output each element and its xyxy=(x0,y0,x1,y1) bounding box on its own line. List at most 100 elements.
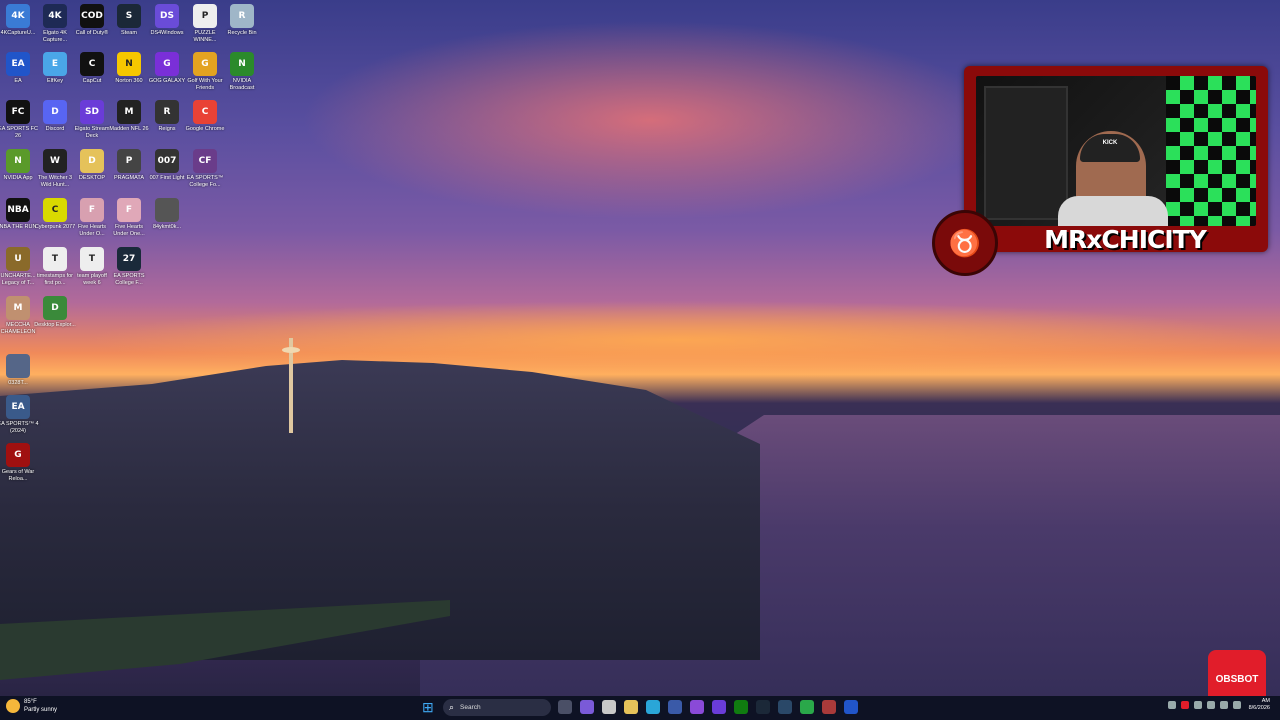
desktop-icon[interactable]: N Norton 360 xyxy=(110,52,148,85)
desktop-icon[interactable]: N NVIDIA Broadcast xyxy=(223,52,261,92)
tray-app-icon[interactable] xyxy=(1180,701,1189,709)
desktop-icon-label: Gears of War Reloa... xyxy=(1,469,35,482)
app-icon[interactable] xyxy=(602,700,616,714)
desktop-icon[interactable]: N NVIDIA App xyxy=(0,149,37,182)
desktop-icon[interactable]: R Reigns xyxy=(148,100,186,133)
search-icon: ⌕ xyxy=(449,702,455,712)
desktop-icon[interactable]: 84ykmt0k... xyxy=(148,198,186,231)
desktop-app-icon: G xyxy=(193,52,217,76)
desktop-icon[interactable]: W The Witcher 3 Wild Hunt... xyxy=(36,149,74,189)
desktop-icon[interactable]: 0328T... xyxy=(0,354,37,387)
desktop-icon[interactable]: G Gears of War Reloa... xyxy=(0,443,37,483)
desktop-app-icon: U xyxy=(6,247,30,271)
steam-icon[interactable] xyxy=(778,700,792,714)
wifi-icon[interactable] xyxy=(1206,701,1215,709)
desktop-icon[interactable]: DS DS4Windows xyxy=(148,4,186,37)
desktop-icon[interactable]: G GOG GALAXY xyxy=(148,52,186,85)
desktop-app-icon: SD xyxy=(80,100,104,124)
desktop-icon[interactable]: U UNCHARTE... Legacy of T... xyxy=(0,247,37,287)
task-view-icon[interactable] xyxy=(558,700,572,714)
desktop-icon[interactable]: SD Elgato Stream Deck xyxy=(73,100,111,140)
gamepad-app-icon[interactable] xyxy=(580,700,594,714)
desktop-icon[interactable]: C CapCut xyxy=(73,52,111,85)
desktop-app-icon: G xyxy=(6,443,30,467)
desktop-icon[interactable]: EA EA SPORTS™ 4 (2024) xyxy=(0,395,39,435)
desktop-icon-label: EA SPORTS College F... xyxy=(113,273,145,286)
desktop-icon[interactable]: F Five Hearts Under O... xyxy=(73,198,111,238)
stream-deck-icon[interactable] xyxy=(712,700,726,714)
cap-logo-text: KICK xyxy=(1102,140,1118,146)
taskbar-search[interactable]: ⌕ Search xyxy=(443,699,551,716)
desktop-icon[interactable]: COD Call of Duty® xyxy=(73,4,111,37)
desktop-icon[interactable]: CF EA SPORTS™ College Fo... xyxy=(186,149,224,189)
battery-icon[interactable] xyxy=(1232,701,1241,709)
desktop-app-icon: E xyxy=(43,52,67,76)
desktop-app-icon: M xyxy=(117,100,141,124)
desktop-app-icon: S xyxy=(117,4,141,28)
app-icon[interactable] xyxy=(690,700,704,714)
desktop-icon[interactable]: R Recycle Bin xyxy=(223,4,261,37)
steam-icon[interactable] xyxy=(756,700,770,714)
xbox-game-icon[interactable] xyxy=(800,700,814,714)
tray-app-icon[interactable] xyxy=(1193,701,1202,709)
desktop-icon[interactable]: 4K 4KCaptureU... xyxy=(0,4,37,37)
desktop-app-icon: D xyxy=(43,100,67,124)
desktop-icon[interactable]: C Google Chrome xyxy=(186,100,224,133)
desktop-icon-label: NVIDIA Broadcast xyxy=(229,78,255,91)
file-explorer-icon[interactable] xyxy=(624,700,638,714)
desktop-app-icon: G xyxy=(155,52,179,76)
weather-desc: Partly sunny xyxy=(24,707,58,713)
desktop-app-icon: 007 xyxy=(155,149,179,173)
chevron-up-icon[interactable] xyxy=(1167,701,1176,709)
desktop-icon[interactable]: FC EA SPORTS FC 26 xyxy=(0,100,38,140)
windows-start-icon[interactable]: ⊞ xyxy=(422,700,436,714)
bull-logo-icon: ♉ xyxy=(932,210,998,276)
desktop-icon[interactable]: EA EA xyxy=(0,52,37,85)
desktop-icon[interactable]: Ttimestamps for first po... xyxy=(36,247,74,287)
desktop-icon[interactable]: D Desktop Explor... xyxy=(34,296,76,329)
weather-widget[interactable]: 85°F Partly sunny xyxy=(6,698,57,714)
desktop-app-icon: T xyxy=(80,247,104,271)
desktop-app-icon xyxy=(6,354,30,378)
desktop-icon[interactable]: P PRAGMATA xyxy=(110,149,148,182)
desktop-icon[interactable]: M Madden NFL 26 xyxy=(109,100,149,133)
desktop-icon[interactable]: S Steam xyxy=(110,4,148,37)
desktop-icon[interactable]: 27 EA SPORTS College F... xyxy=(110,247,148,287)
desktop-icon[interactable]: G Golf With Your Friends xyxy=(186,52,224,92)
desktop-icon[interactable]: 007 007 First Light xyxy=(148,149,186,182)
desktop-icon[interactable]: E ElfKey xyxy=(36,52,74,85)
ea-app-icon[interactable] xyxy=(844,700,858,714)
desktop-app-icon: C xyxy=(193,100,217,124)
desktop-app-icon: C xyxy=(80,52,104,76)
desktop-app-icon: P xyxy=(193,4,217,28)
volume-icon[interactable] xyxy=(1219,701,1228,709)
desktop-icon[interactable]: M MECCHA CHAMELEON xyxy=(0,296,37,336)
desktop-icon[interactable]: NBA NBA THE RUN xyxy=(0,198,37,231)
search-placeholder: Search xyxy=(460,704,481,711)
desktop-icon[interactable]: D DESKTOP xyxy=(73,149,111,182)
clock[interactable]: AM 8/6/2026 xyxy=(1249,698,1270,712)
collectible-shelf xyxy=(984,86,1068,220)
desktop-icon[interactable]: P PUZZLE WINNE... xyxy=(186,4,224,44)
desktop-app-icon: R xyxy=(155,100,179,124)
desktop-app-icon: NBA xyxy=(6,198,30,222)
desktop-icon[interactable]: C Cyberpunk 2077 xyxy=(35,198,75,231)
xbox-icon[interactable] xyxy=(734,700,748,714)
store-icon[interactable] xyxy=(668,700,682,714)
app-icon[interactable] xyxy=(822,700,836,714)
desktop-icon[interactable]: Tteam playoff week 6 xyxy=(73,247,111,287)
space-needle-top xyxy=(282,347,300,353)
desktop-app-icon: 4K xyxy=(43,4,67,28)
desktop-icon[interactable]: 4K Elgato 4K Capture... xyxy=(36,4,74,44)
desktop-icon-label: Google Chrome xyxy=(185,126,225,132)
system-tray: AM 8/6/2026 xyxy=(1163,698,1270,712)
desktop-icon[interactable]: F Five Hearts Under One... xyxy=(110,198,148,238)
desktop-icon[interactable]: D Discord xyxy=(36,100,74,133)
edge-browser-icon[interactable] xyxy=(646,700,660,714)
desktop-icon-label: Recycle Bin xyxy=(227,30,257,36)
desktop-app-icon: N xyxy=(6,149,30,173)
desktop-icon-label: 84ykmt0k... xyxy=(152,224,182,230)
desktop-app-icon: 4K xyxy=(6,4,30,28)
desktop-app-icon: EA xyxy=(6,52,30,76)
taskbar: 85°F Partly sunny ⊞ ⌕ Search AM 8/6/2026 xyxy=(0,696,1280,720)
